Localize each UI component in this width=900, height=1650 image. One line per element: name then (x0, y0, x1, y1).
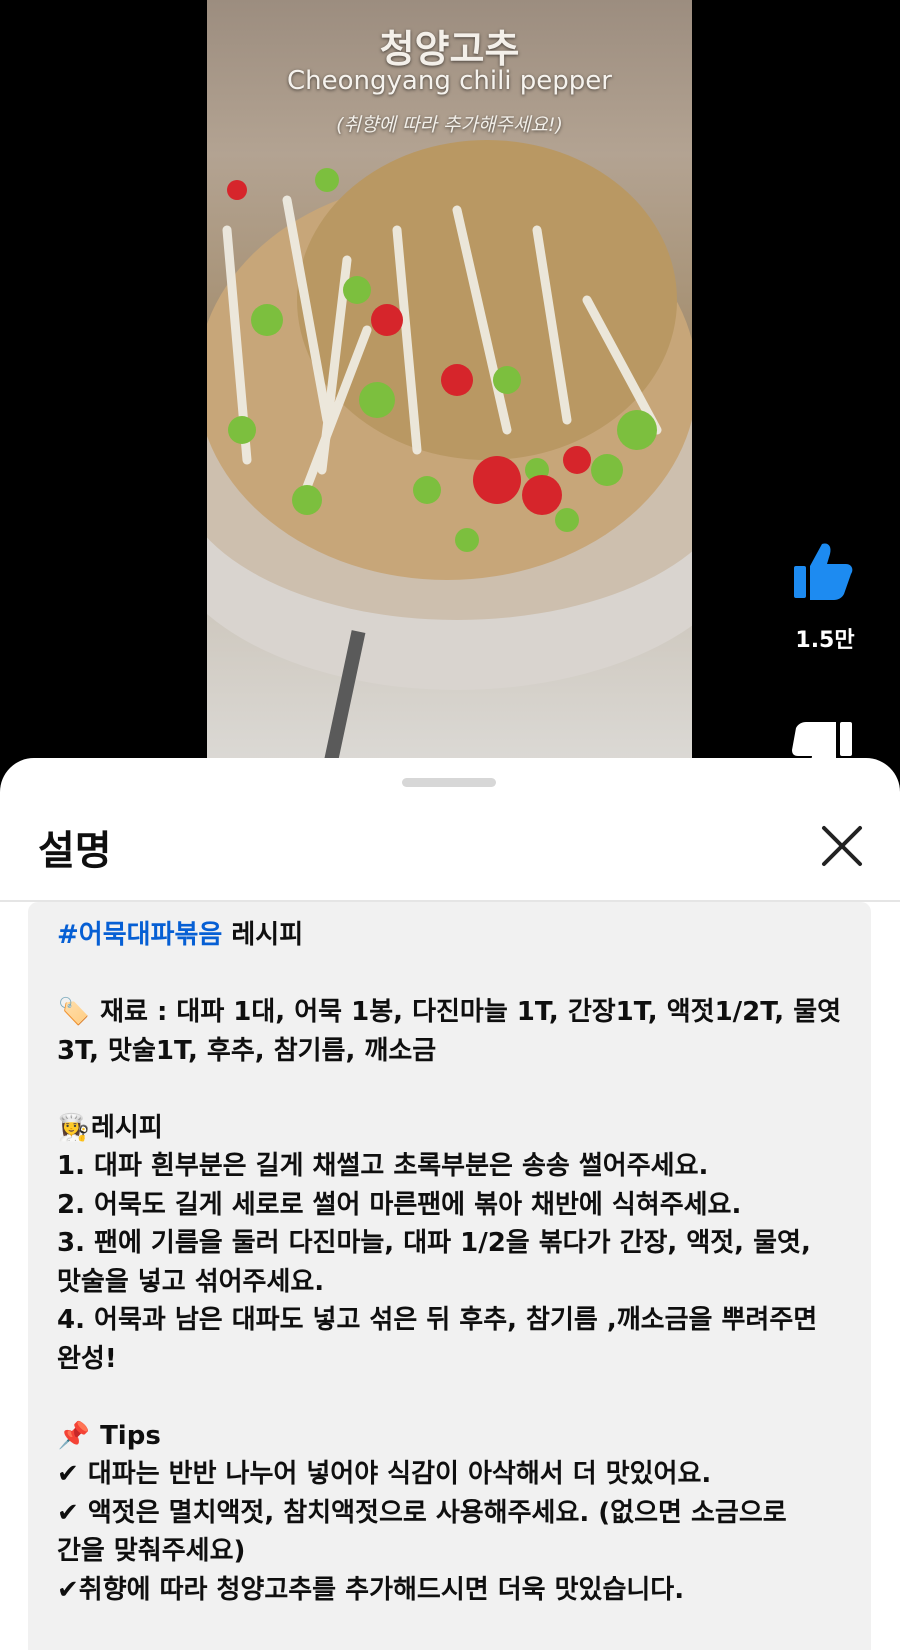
tip-text: 취향에 따라 청양고추를 추가해드시면 더욱 맛있습니다. (78, 1574, 685, 1605)
step-line: 3. 팬에 기름을 둘러 다진마늘, 대파 1/2을 볶다가 간장, 액젓, 물… (57, 1228, 811, 1258)
description-text: #어묵대파볶음 레시피 🏷️ 재료 : 대파 1대, 어묵 1봉, 다진마늘 1… (57, 916, 857, 1609)
tips-heading: 📌 Tips (57, 1417, 857, 1456)
video-overlay-title: 청양고추 (379, 27, 520, 71)
headline: #어묵대파볶음 레시피 (57, 916, 857, 955)
video-player[interactable]: 청양고추 Cheongyang chili pepper (취향에 따라 추가해… (0, 0, 900, 770)
close-button[interactable] (816, 820, 868, 872)
recipe-heading-text: 레시피 (91, 1112, 163, 1143)
tip-line: ✔ 대파는 반반 나누어 넣어야 식감이 아삭해서 더 맛있어요. (57, 1455, 857, 1494)
headline-text: 레시피 (222, 920, 304, 950)
like-count: 1.5만 (795, 628, 855, 653)
hashtag-link[interactable]: #어묵대파볶음 (57, 920, 222, 950)
recipe-heading: 👩‍🍳레시피 (57, 1109, 857, 1148)
tip-line: 간을 맞춰주세요) (57, 1536, 246, 1566)
step-line: 맛술을 넣고 섞어주세요. (57, 1266, 325, 1297)
tip-line: ✔ 액젓은 멸치액젓, 참치액젓으로 사용해주세요. (없으면 소금으로 (57, 1494, 857, 1533)
checkmark-icon: ✔ (57, 1574, 79, 1605)
tips-heading-text: Tips (100, 1420, 161, 1451)
ingredients-line: 🏷️ 재료 : 대파 1대, 어묵 1봉, 다진마늘 1T, 간장1T, 액젓1… (57, 993, 857, 1032)
sheet-title: 설명 (38, 828, 112, 874)
video-frame[interactable]: 청양고추 Cheongyang chili pepper (취향에 따라 추가해… (207, 0, 692, 770)
tag-icon: 🏷️ (57, 997, 91, 1027)
ingredients-text-1: 재료 : 대파 1대, 어묵 1봉, 다진마늘 1T, 간장1T, 액젓1/2T… (100, 997, 842, 1027)
video-overlay-subtitle: Cheongyang chili pepper (287, 66, 612, 96)
step-line: 1. 대파 흰부분은 길게 채썰고 초록부분은 송송 썰어주세요. (57, 1151, 709, 1181)
like-button[interactable] (792, 540, 854, 602)
pushpin-icon: 📌 (57, 1420, 91, 1451)
step-line: 2. 어묵도 길게 세로로 썰어 마른팬에 볶아 채반에 식혀주세요. (57, 1189, 742, 1220)
checkmark-icon: ✔ (57, 1497, 79, 1528)
tip-text: 액젓은 멸치액젓, 참치액젓으로 사용해주세요. (없으면 소금으로 (78, 1497, 787, 1528)
checkmark-icon: ✔ (57, 1459, 79, 1489)
ingredients-line-2: 3T, 맛술1T, 후추, 참기름, 깨소금 (57, 1035, 437, 1066)
chef-icon: 👩‍🍳 (57, 1112, 91, 1143)
video-overlay-note: (취향에 따라 추가해주세요!) (336, 114, 563, 136)
thumbs-up-icon (794, 543, 853, 600)
close-icon (822, 826, 862, 866)
step-line: 완성! (57, 1343, 117, 1374)
tip-text: 대파는 반반 나누어 넣어야 식감이 아삭해서 더 맛있어요. (78, 1459, 712, 1489)
tip-line: ✔취향에 따라 청양고추를 추가해드시면 더욱 맛있습니다. (57, 1571, 857, 1610)
drag-handle[interactable] (402, 778, 496, 787)
step-line: 4. 어묵과 남은 대파도 넣고 섞은 뒤 후추, 참기름 ,깨소금을 뿌려주면 (57, 1305, 818, 1335)
